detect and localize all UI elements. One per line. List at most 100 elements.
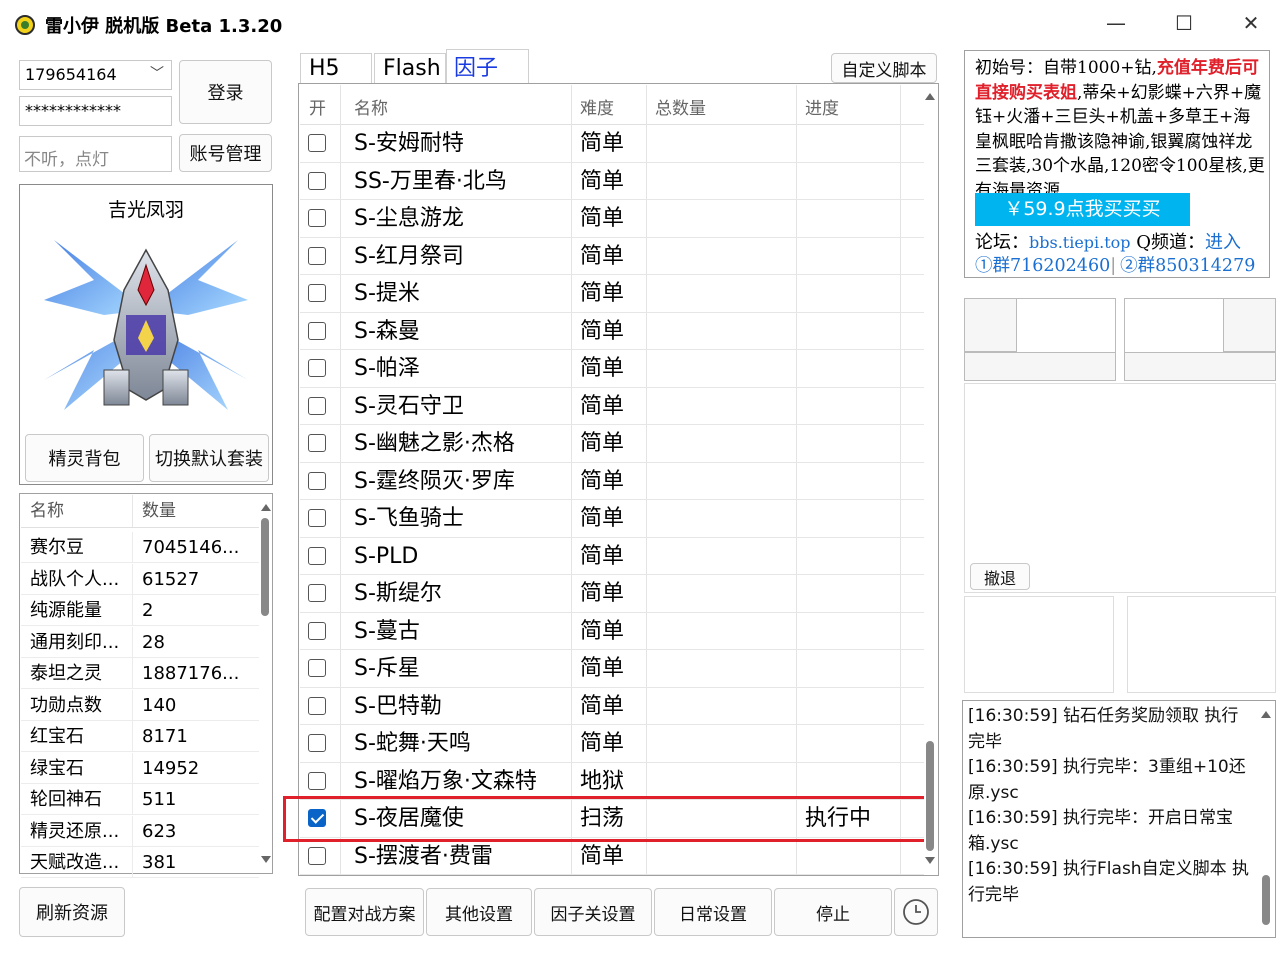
task-difficulty[interactable]: 简单 xyxy=(580,238,624,275)
scroll-down-icon[interactable] xyxy=(261,856,271,863)
custom-script-button[interactable]: 自定义脚本 xyxy=(831,53,937,83)
log-scroll-thumb[interactable] xyxy=(1262,875,1270,925)
resource-row[interactable]: 赛尔豆 7045146... xyxy=(21,532,259,563)
task-difficulty[interactable]: 简单 xyxy=(580,500,624,537)
other-settings-button[interactable]: 其他设置 xyxy=(426,888,532,936)
maximize-button[interactable]: ☐ xyxy=(1164,8,1204,38)
task-difficulty[interactable]: 简单 xyxy=(580,350,624,387)
task-difficulty[interactable]: 简单 xyxy=(580,313,624,350)
grid-scrollbar[interactable] xyxy=(924,85,937,874)
task-enable-checkbox[interactable] xyxy=(308,434,326,452)
scroll-down-icon[interactable] xyxy=(925,857,935,864)
task-difficulty[interactable]: 简单 xyxy=(580,388,624,425)
scroll-up-icon[interactable] xyxy=(261,504,271,511)
retreat-button[interactable]: 撤退 xyxy=(970,563,1030,590)
task-difficulty[interactable]: 简单 xyxy=(580,125,624,162)
task-enable-checkbox[interactable] xyxy=(308,471,326,490)
scroll-up-icon[interactable] xyxy=(1261,711,1271,718)
grid-scroll-thumb[interactable] xyxy=(926,741,934,851)
resource-row[interactable]: 通用刻印... 28 xyxy=(21,626,259,658)
battle-config-button[interactable]: 配置对战方案 xyxy=(305,888,424,936)
resource-row[interactable]: 战队个人... 61527 xyxy=(21,563,259,595)
remark-field[interactable]: 不听，点灯 xyxy=(19,136,172,172)
password-field[interactable]: ************ xyxy=(19,96,172,126)
task-enable-checkbox[interactable] xyxy=(308,246,326,265)
task-difficulty[interactable]: 简单 xyxy=(580,538,624,575)
task-enable-checkbox[interactable] xyxy=(308,584,326,602)
task-enable-checkbox[interactable] xyxy=(308,771,326,790)
task-difficulty[interactable]: 地狱 xyxy=(580,763,624,800)
task-row[interactable]: S-摆渡者·费雷 简单 xyxy=(300,838,924,875)
sprite-bag-button[interactable]: 精灵背包 xyxy=(25,434,144,482)
switch-suit-button[interactable]: 切换默认套装 xyxy=(149,434,269,482)
task-row[interactable]: S-尘息游龙 简单 xyxy=(300,200,924,238)
task-difficulty[interactable]: 简单 xyxy=(580,650,624,687)
daily-settings-button[interactable]: 日常设置 xyxy=(654,888,772,936)
refresh-resources-button[interactable]: 刷新资源 xyxy=(19,887,125,937)
task-enable-checkbox[interactable] xyxy=(308,359,326,377)
task-row[interactable]: S-霆终陨灭·罗库 简单 xyxy=(300,463,924,500)
task-row[interactable]: S-巴特勒 简单 xyxy=(300,688,924,725)
forum-link[interactable]: bbs.tiepi.top xyxy=(1029,233,1131,252)
task-row[interactable]: S-蔓古 简单 xyxy=(300,613,924,650)
tab-factor[interactable]: 因子 xyxy=(446,49,529,83)
task-enable-checkbox[interactable] xyxy=(308,134,326,152)
task-difficulty[interactable]: 简单 xyxy=(580,613,624,650)
task-difficulty[interactable]: 简单 xyxy=(580,575,624,612)
task-enable-checkbox[interactable] xyxy=(308,509,326,527)
resource-row[interactable]: 泰坦之灵 1887176... xyxy=(21,658,259,689)
task-row[interactable]: S-斥星 简单 xyxy=(300,650,924,688)
account-select[interactable]: 179654164 ﹀ xyxy=(19,60,172,90)
task-row[interactable]: S-安姆耐特 简单 xyxy=(300,125,924,163)
task-difficulty[interactable]: 简单 xyxy=(580,425,624,462)
task-enable-checkbox[interactable] xyxy=(308,696,326,715)
task-row[interactable]: S-帕泽 简单 xyxy=(300,350,924,388)
tab-flash[interactable]: Flash xyxy=(374,53,446,83)
task-enable-checkbox[interactable] xyxy=(308,396,326,415)
task-enable-checkbox[interactable] xyxy=(308,621,326,640)
task-difficulty[interactable]: 简单 xyxy=(580,200,624,237)
task-difficulty[interactable]: 简单 xyxy=(580,688,624,725)
resource-row[interactable]: 天赋改造... 381 xyxy=(21,847,259,878)
task-difficulty[interactable]: 简单 xyxy=(580,463,624,500)
tab-h5[interactable]: H5 xyxy=(300,53,372,83)
factor-level-settings-button[interactable]: 因子关设置 xyxy=(534,888,652,936)
group2-link[interactable]: ②群850314279 xyxy=(1120,256,1255,276)
task-row[interactable]: S-灵石守卫 简单 xyxy=(300,388,924,425)
task-enable-checkbox[interactable] xyxy=(308,321,326,340)
task-enable-checkbox[interactable] xyxy=(308,171,326,190)
resource-scrollbar[interactable] xyxy=(259,496,272,872)
account-manage-button[interactable]: 账号管理 xyxy=(179,134,272,172)
qchannel-link[interactable]: 进入 xyxy=(1205,232,1241,253)
task-enable-checkbox[interactable] xyxy=(308,846,326,865)
resource-row[interactable]: 纯源能量 2 xyxy=(21,595,259,626)
task-enable-checkbox[interactable] xyxy=(308,659,326,677)
task-row[interactable]: S-提米 简单 xyxy=(300,275,924,313)
task-difficulty[interactable]: 简单 xyxy=(580,163,624,200)
task-row[interactable]: S-PLD 简单 xyxy=(300,538,924,575)
stop-button[interactable]: 停止 xyxy=(774,888,892,936)
task-enable-checkbox[interactable] xyxy=(308,284,326,302)
task-difficulty[interactable]: 简单 xyxy=(580,725,624,762)
log-scrollbar[interactable] xyxy=(1259,703,1273,935)
login-button[interactable]: 登录 xyxy=(179,60,272,124)
task-row[interactable]: S-曜焰万象·文森特 地狱 xyxy=(300,763,924,800)
scroll-up-icon[interactable] xyxy=(925,93,935,100)
task-row[interactable]: SS-万里春·北鸟 简单 xyxy=(300,163,924,200)
task-enable-checkbox[interactable] xyxy=(308,546,326,565)
task-enable-checkbox[interactable] xyxy=(308,734,326,752)
task-difficulty[interactable]: 简单 xyxy=(580,838,624,875)
buy-button[interactable]: ￥59.9点我买买买 xyxy=(975,193,1190,226)
minimize-button[interactable]: — xyxy=(1096,8,1136,38)
resource-row[interactable]: 精灵还原... 623 xyxy=(21,815,259,847)
task-row[interactable]: S-蛇舞·天鸣 简单 xyxy=(300,725,924,763)
resource-row[interactable]: 红宝石 8171 xyxy=(21,721,259,752)
timer-button[interactable] xyxy=(894,888,938,936)
task-difficulty[interactable]: 简单 xyxy=(580,275,624,312)
task-row[interactable]: S-飞鱼骑士 简单 xyxy=(300,500,924,538)
task-row[interactable]: S-幽魅之影·杰格 简单 xyxy=(300,425,924,463)
resource-row[interactable]: 绿宝石 14952 xyxy=(21,752,259,784)
task-row[interactable]: S-红月祭司 简单 xyxy=(300,238,924,275)
task-row[interactable]: S-森曼 简单 xyxy=(300,313,924,350)
resource-row[interactable]: 轮回神石 511 xyxy=(21,784,259,815)
